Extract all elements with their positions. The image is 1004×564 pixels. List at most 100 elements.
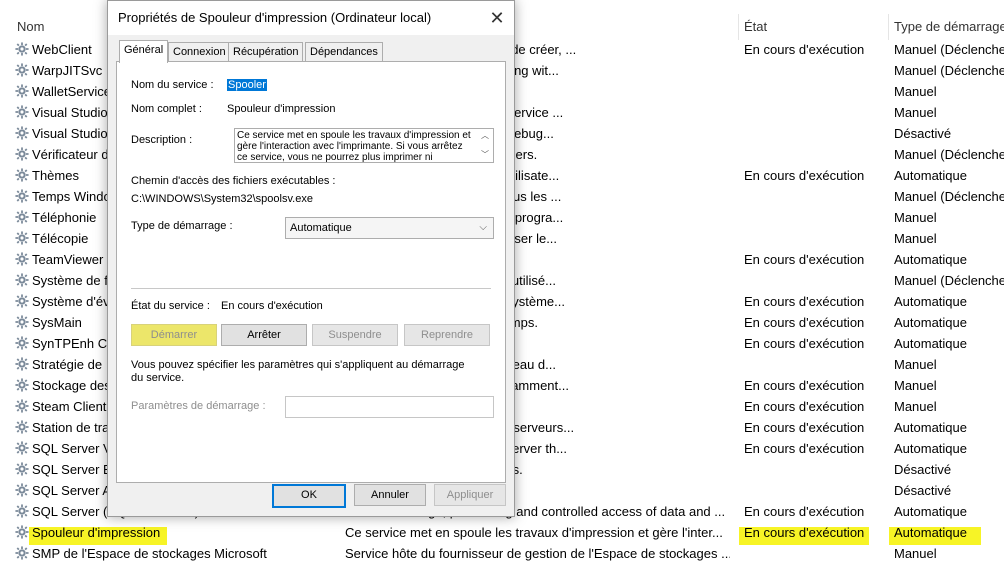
startup-type-value: Automatique [290, 222, 352, 234]
gear-icon [15, 230, 29, 245]
service-startup-type: Manuel [894, 105, 937, 120]
full-name-label: Nom complet : [131, 103, 202, 115]
service-name-label: Nom du service : [131, 79, 214, 91]
service-startup-type: Désactivé [894, 126, 952, 141]
gear-icon [15, 440, 29, 455]
description-scrollbar[interactable]: ︿ ﹀ [478, 129, 493, 162]
service-name: Vérificateur de [32, 147, 116, 162]
start-params-label: Paramètres de démarrage : [131, 400, 266, 412]
gear-icon [15, 314, 29, 329]
service-startup-type: Manuel [894, 84, 937, 99]
service-state: En cours d'exécution [744, 441, 865, 456]
service-status-label: État du service : [131, 300, 210, 312]
service-status-value: En cours d'exécution [221, 300, 323, 312]
service-state: En cours d'exécution [744, 420, 865, 435]
column-separator [888, 14, 889, 40]
startup-type-select[interactable]: Automatique ⌵ [285, 217, 494, 239]
table-row[interactable]: Spouleur d'impression Ce service met en s… [0, 522, 1004, 543]
service-startup-type: Manuel (Déclenche [894, 42, 1004, 57]
service-state: En cours d'exécution [744, 525, 865, 540]
stop-button[interactable]: Arrêter [221, 324, 307, 346]
gear-icon [15, 482, 29, 497]
service-state: En cours d'exécution [744, 504, 865, 519]
column-header-name[interactable]: Nom [17, 16, 44, 38]
gear-icon [15, 335, 29, 350]
service-description: Ce service met en spoule les travaux d'i… [345, 525, 723, 540]
gear-icon [15, 209, 29, 224]
table-row[interactable]: SMP de l'Espace de stockages Microsoft Se… [0, 543, 1004, 564]
apply-button[interactable]: Appliquer [434, 484, 506, 506]
gear-icon [15, 125, 29, 140]
tab-general[interactable]: Général [119, 40, 169, 63]
gear-icon [15, 62, 29, 77]
general-tab-panel: Nom du service : Spooler Nom complet : S… [116, 61, 506, 483]
service-state: En cours d'exécution [744, 42, 865, 57]
startup-type-label: Type de démarrage : [131, 220, 233, 232]
service-startup-type: Manuel (Déclenche [894, 63, 1004, 78]
column-header-startup-type[interactable]: Type de démarrage [894, 16, 1004, 38]
tab-recuperation[interactable]: Récupération [228, 42, 304, 62]
gear-icon [15, 503, 29, 518]
service-name-value[interactable]: Spooler [227, 79, 267, 91]
service-name: TeamViewer [32, 252, 104, 267]
section-divider [131, 288, 491, 289]
service-startup-type: Manuel (Déclenche [894, 189, 1004, 204]
service-state: En cours d'exécution [744, 378, 865, 393]
chevron-up-icon[interactable]: ︿ [481, 130, 489, 141]
service-name: Thèmes [32, 168, 79, 183]
gear-icon [15, 377, 29, 392]
gear-icon [15, 356, 29, 371]
chevron-down-icon[interactable]: ﹀ [481, 149, 489, 160]
service-startup-type: Désactivé [894, 483, 952, 498]
service-name: Télécopie [32, 231, 89, 246]
service-state: En cours d'exécution [744, 315, 865, 330]
tab-connexion[interactable]: Connexion [168, 42, 231, 62]
service-description: Service hôte du fournisseur de gestion d… [345, 546, 730, 561]
start-button[interactable]: Démarrer [131, 324, 217, 346]
service-startup-type: Automatique [894, 336, 967, 351]
service-name: SMP de l'Espace de stockages Microsoft [32, 546, 267, 561]
service-name: Station de tra [32, 420, 110, 435]
service-startup-type: Automatique [894, 504, 967, 519]
pause-button[interactable]: Suspendre [312, 324, 398, 346]
service-name: WarpJITSvc [32, 63, 103, 78]
gear-icon [15, 419, 29, 434]
exe-path-value: C:\WINDOWS\System32\spoolsv.exe [131, 193, 313, 205]
column-header-state[interactable]: État [744, 16, 767, 38]
gear-icon [15, 167, 29, 182]
service-name: Spouleur d'impression [32, 525, 161, 540]
service-name: Stratégie de [32, 357, 103, 372]
service-name: SQL Server A [32, 483, 111, 498]
service-name: Système d'év [32, 294, 110, 309]
tab-dependances[interactable]: Dépendances [305, 42, 383, 62]
dialog-title: Propriétés de Spouleur d'impression (Ord… [118, 10, 432, 25]
ok-button[interactable]: OK [272, 484, 346, 508]
cancel-button[interactable]: Annuler [354, 484, 426, 506]
service-name: SysMain [32, 315, 82, 330]
gear-icon [15, 398, 29, 413]
gear-icon [15, 83, 29, 98]
service-name-cell: Spouleur d'impression [15, 522, 345, 543]
service-name: Visual Studio [32, 126, 108, 141]
service-state: En cours d'exécution [744, 168, 865, 183]
service-startup-type: Automatique [894, 168, 967, 183]
gear-icon [15, 146, 29, 161]
close-icon[interactable]: ✕ [480, 1, 514, 35]
description-text: Ce service met en spoule les travaux d'i… [237, 130, 471, 163]
service-startup-type: Automatique [894, 525, 967, 540]
service-name: WebClient [32, 42, 92, 57]
service-properties-dialog: Propriétés de Spouleur d'impression (Ord… [107, 0, 515, 517]
service-startup-type: Désactivé [894, 462, 952, 477]
service-startup-type: Automatique [894, 315, 967, 330]
description-textbox[interactable]: Ce service met en spoule les travaux d'i… [234, 128, 494, 163]
service-startup-type: Manuel [894, 378, 937, 393]
service-name-cell: SMP de l'Espace de stockages Microsoft [15, 543, 345, 564]
dialog-title-bar[interactable]: Propriétés de Spouleur d'impression (Ord… [108, 1, 514, 35]
service-name: Stockage des [32, 378, 111, 393]
resume-button[interactable]: Reprendre [404, 324, 490, 346]
service-startup-type: Automatique [894, 441, 967, 456]
service-name: SQL Server Br [32, 462, 117, 477]
start-params-input[interactable] [285, 396, 494, 418]
service-name: Système de fi [32, 273, 111, 288]
full-name-value[interactable]: Spouleur d'impression [227, 103, 336, 115]
